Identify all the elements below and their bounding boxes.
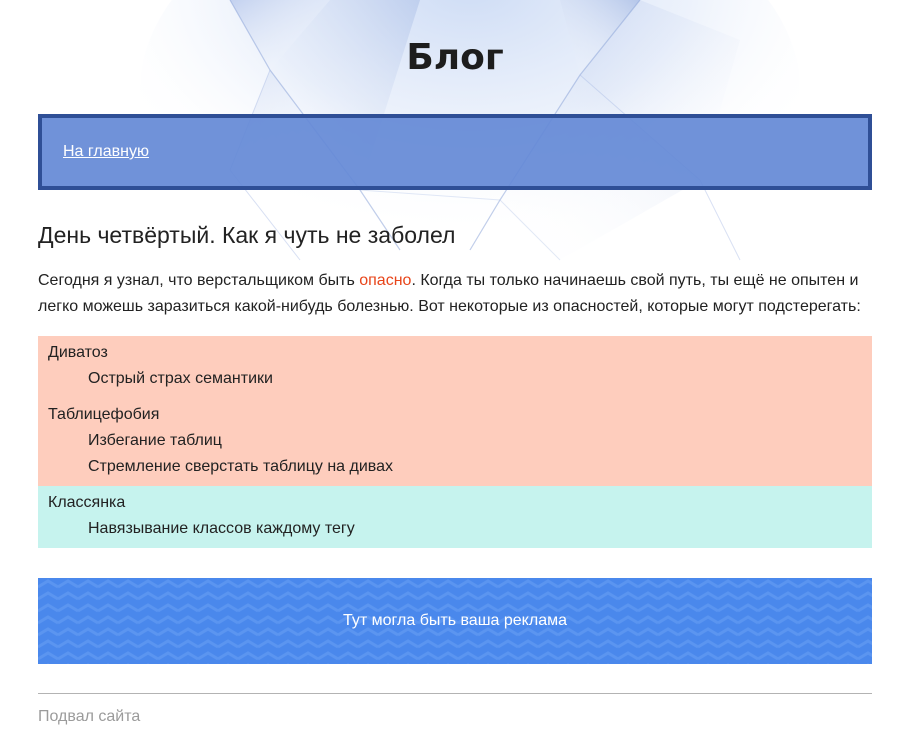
main-navigation: На главную <box>38 114 872 190</box>
home-link[interactable]: На главную <box>63 143 149 161</box>
disease-description: Избегание таблиц <box>88 432 222 449</box>
disease-description: Стремление сверстать таблицу на дивах <box>88 458 393 475</box>
disease-group-mint: Классянка Навязывание классов каждому те… <box>38 486 872 548</box>
site-title: Блог <box>406 37 504 78</box>
disease-term: Классянка <box>48 494 126 511</box>
disease-description: Навязывание классов каждому тегу <box>88 520 355 537</box>
intro-highlight: опасно <box>359 272 412 289</box>
post-title: День четвёртый. Как я чуть не заболел <box>38 222 456 248</box>
diseases-list: Диватоз Острый страх семантики Таблицефо… <box>38 336 872 548</box>
disease-term: Диватоз <box>48 344 108 361</box>
footer-divider <box>38 693 872 694</box>
intro-text-before: Сегодня я узнал, что верстальщиком быть <box>38 272 360 289</box>
site-footer: Подвал сайта <box>38 708 141 725</box>
post-intro: Сегодня я узнал, что верстальщиком быть … <box>38 268 872 320</box>
disease-group-orange: Диватоз Острый страх семантики Таблицефо… <box>38 336 872 486</box>
disease-term: Таблицефобия <box>48 406 160 423</box>
disease-description: Острый страх семантики <box>88 370 273 387</box>
ad-banner[interactable]: Тут могла быть ваша реклама <box>38 578 872 664</box>
ad-text: Тут могла быть ваша реклама <box>343 612 567 629</box>
